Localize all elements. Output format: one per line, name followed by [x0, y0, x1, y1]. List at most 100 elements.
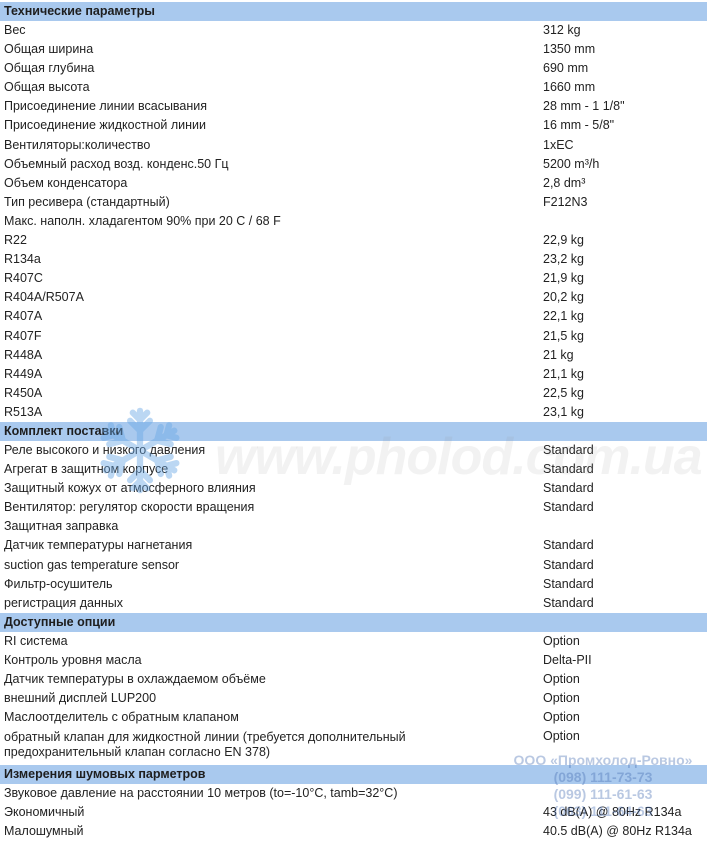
table-row: R22 22,9 kg — [0, 231, 707, 250]
param-label: R407A — [4, 309, 43, 324]
param-value: 22,1 kg — [543, 309, 585, 324]
param-value: Standard — [543, 576, 594, 591]
table-row: Общая глубина 690 mm — [0, 59, 707, 78]
table-row: Защитная заправка — [0, 517, 707, 536]
param-label: R407F — [4, 328, 42, 343]
table-row: R134a 23,2 kg — [0, 250, 707, 269]
param-label: RI система — [4, 633, 68, 648]
table-row: RI система Option — [0, 632, 707, 651]
param-label: Тип ресивера (стандартный) — [4, 194, 170, 209]
param-value: Standard — [543, 481, 594, 496]
param-value: 1660 mm — [543, 80, 596, 95]
param-value: 22,5 kg — [543, 385, 585, 400]
param-value: 690 mm — [543, 61, 589, 76]
param-label: R404A/R507A — [4, 290, 84, 305]
param-value: 16 mm - 5/8" — [543, 118, 615, 133]
table-row: Объемный расход возд. конденс.50 Гц 5200 … — [0, 155, 707, 174]
table-row: R449A 21,1 kg — [0, 365, 707, 384]
table-row: Датчик температуры нагнетания Standard — [0, 536, 707, 555]
table-row: Агрегат в защитном корпусе Standard — [0, 460, 707, 479]
param-value: Standard — [543, 538, 594, 553]
table-row: Общая ширина 1350 mm — [0, 40, 707, 59]
table-row: Тип ресивера (стандартный) F212N3 — [0, 193, 707, 212]
param-value: 28 mm - 1 1/8" — [543, 99, 625, 114]
param-value: 20,2 kg — [543, 290, 585, 305]
param-label: Общая глубина — [4, 61, 95, 76]
param-label: R449A — [4, 366, 43, 381]
param-value: 43 dB(A) @ 80Hz R134a — [543, 805, 682, 820]
param-label: Общая ширина — [4, 42, 94, 57]
table-row: Экономичный 43 dB(A) @ 80Hz R134a — [0, 803, 707, 822]
table-row: R407F 21,5 kg — [0, 327, 707, 346]
param-value: Delta-PII — [543, 652, 592, 667]
param-label: Фильтр-осушитель — [4, 576, 113, 591]
param-label: обратный клапан для жидкостной линии (тр… — [4, 730, 406, 760]
param-label: Экономичный — [4, 805, 85, 820]
table-row: Вес 312 kg — [0, 21, 707, 40]
param-label: R407C — [4, 271, 43, 286]
param-label: Защитный кожух от атмосферного влияния — [4, 481, 256, 496]
table-row: R407C 21,9 kg — [0, 269, 707, 288]
param-value: 23,2 kg — [543, 252, 585, 267]
table-row: Датчик температуры в охлаждаемом объёме O… — [0, 670, 707, 689]
table-row: Макс. наполн. хладагентом 90% при 20 C /… — [0, 212, 707, 231]
param-value: Standard — [543, 500, 594, 515]
table-row: внешний дисплей LUP200 Option — [0, 689, 707, 708]
table-row: R448A 21 kg — [0, 346, 707, 365]
param-label: Объем конденсатора — [4, 175, 128, 190]
param-value: 22,9 kg — [543, 233, 585, 248]
table-row: Вентилятор: регулятор скорости вращения S… — [0, 498, 707, 517]
param-label: R513A — [4, 404, 43, 419]
table-row: R404A/R507A 20,2 kg — [0, 288, 707, 307]
table-row: Контроль уровня масла Delta-PII — [0, 651, 707, 670]
param-value: Option — [543, 691, 580, 706]
param-label: Вес — [4, 23, 26, 37]
table-row: регистрация данных Standard — [0, 594, 707, 613]
table-row: Присоединение линии всасывания 28 mm - 1 … — [0, 97, 707, 116]
table-row: Защитный кожух от атмосферного влияния St… — [0, 479, 707, 498]
param-label: R134a — [4, 252, 41, 267]
param-value: 23,1 kg — [543, 404, 585, 419]
param-value: 21 kg — [543, 347, 574, 362]
param-value: 312 kg — [543, 23, 581, 37]
spec-table: Технические параметры Вес 312 kg Общая шири… — [0, 2, 707, 842]
table-row: Звуковое давление на расстоянии 10 метро… — [0, 784, 707, 803]
param-label: Макс. наполн. хладагентом 90% при 20 C /… — [4, 213, 281, 228]
param-label: Вентиляторы:количество — [4, 137, 151, 152]
table-row: обратный клапан для жидкостной линии (тр… — [0, 727, 707, 765]
param-value: 5200 m³/h — [543, 156, 600, 171]
param-value: Standard — [543, 442, 594, 457]
table-row: Маслоотделитель с обратным клапаном Optio… — [0, 708, 707, 727]
param-label: Общая высота — [4, 80, 90, 95]
param-value: Standard — [543, 462, 594, 477]
param-value: 2,8 dm³ — [543, 175, 586, 190]
param-label: Агрегат в защитном корпусе — [4, 462, 169, 477]
table-row: Вентиляторы:количество 1xEC — [0, 136, 707, 155]
param-label: Датчик температуры нагнетания — [4, 538, 193, 553]
param-label: suction gas temperature sensor — [4, 557, 180, 572]
param-value: Standard — [543, 557, 594, 572]
param-value: Option — [543, 710, 580, 725]
param-label: Реле высокого и низкого давления — [4, 442, 206, 457]
table-row: R407A 22,1 kg — [0, 307, 707, 326]
param-value: 21,1 kg — [543, 366, 585, 381]
param-value: Option — [543, 729, 580, 744]
section-header: Измерения шумовых парметров — [0, 765, 707, 785]
param-label: Присоединение жидкостной линии — [4, 118, 207, 133]
param-label: Защитная заправка — [4, 519, 119, 534]
param-label: внешний дисплей LUP200 — [4, 691, 157, 706]
section-header: Доступные опции — [0, 612, 707, 632]
table-row: Реле высокого и низкого давления Standard — [0, 441, 707, 460]
param-value: F212N3 — [543, 194, 588, 209]
param-value: 1xEC — [543, 137, 574, 152]
param-label: Контроль уровня масла — [4, 652, 142, 667]
table-row: Общая высота 1660 mm — [0, 78, 707, 97]
table-row: Фильтр-осушитель Standard — [0, 575, 707, 594]
param-label: Вентилятор: регулятор скорости вращения — [4, 500, 255, 515]
param-label: R22 — [4, 233, 27, 248]
table-row: Объем конденсатора 2,8 dm³ — [0, 174, 707, 193]
table-row: Малошумный 40.5 dB(A) @ 80Hz R134a — [0, 822, 707, 841]
param-value: 1350 mm — [543, 42, 596, 57]
param-value: 21,9 kg — [543, 271, 585, 286]
param-label: R450A — [4, 385, 43, 400]
